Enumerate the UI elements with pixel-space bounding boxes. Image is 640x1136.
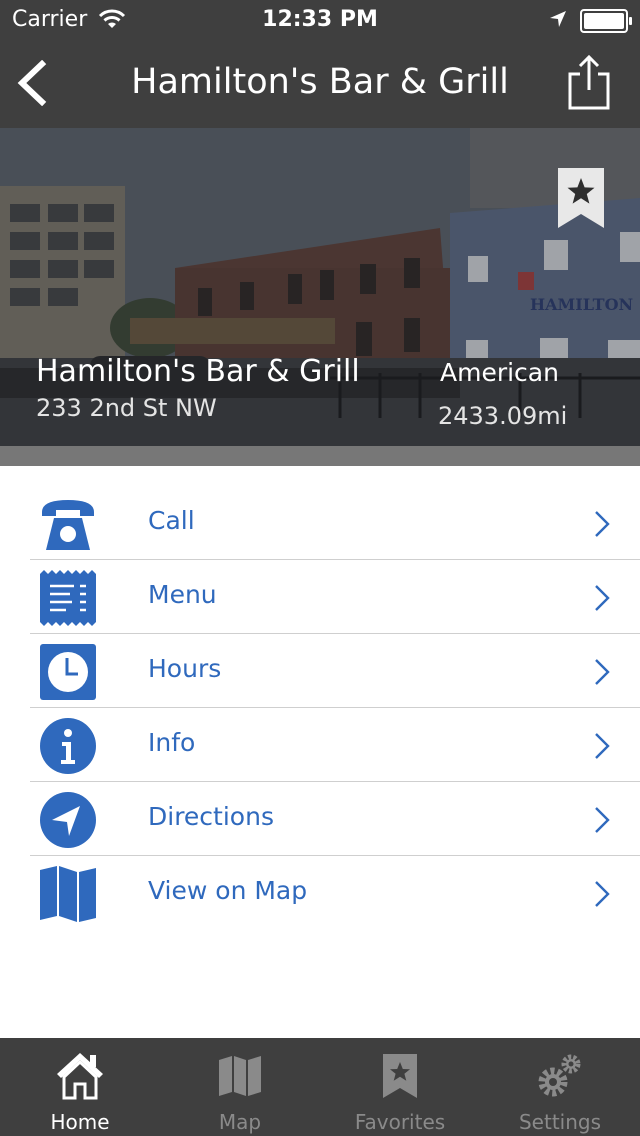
bookmark-button[interactable] <box>558 168 604 228</box>
menu-receipt-icon <box>40 570 96 626</box>
action-directions[interactable]: Directions <box>0 782 640 856</box>
navigation-bar: Hamilton's Bar & Grill <box>0 40 640 128</box>
restaurant-name: Hamilton's Bar & Grill <box>36 354 360 389</box>
top-bar: Carrier 12:33 PM Hamilton's Bar & Grill <box>0 0 640 128</box>
chevron-right-icon <box>595 733 610 759</box>
hero-bottom-strip <box>0 446 640 466</box>
restaurant-summary: Hamilton's Bar & Grill 233 2nd St NW Ame… <box>0 346 640 466</box>
action-label: Call <box>148 506 195 535</box>
action-label: Hours <box>148 654 222 683</box>
tab-settings[interactable]: Settings <box>480 1038 640 1136</box>
page-title: Hamilton's Bar & Grill <box>131 62 509 102</box>
tab-favorites[interactable]: Favorites <box>320 1038 480 1136</box>
back-button[interactable] <box>12 60 52 106</box>
clock-time: 12:33 PM <box>262 7 378 32</box>
restaurant-address: 233 2nd St NW <box>36 394 217 422</box>
clock-icon <box>40 644 96 700</box>
status-bar: Carrier 12:33 PM <box>0 0 640 40</box>
action-label: Menu <box>148 580 217 609</box>
action-view-on-map[interactable]: View on Map <box>0 856 640 930</box>
tab-label: Favorites <box>354 1110 446 1134</box>
action-info[interactable]: Info <box>0 708 640 782</box>
action-list: Call Menu Hours Info Directions View on … <box>0 486 640 930</box>
tab-label: Map <box>218 1110 262 1134</box>
gear-icon <box>538 1054 581 1097</box>
action-label: Info <box>148 728 196 757</box>
navigation-arrow-icon <box>40 792 96 848</box>
tab-home[interactable]: Home <box>0 1038 160 1136</box>
action-menu[interactable]: Menu <box>0 560 640 634</box>
tab-bar: Home Map Favorites Settings <box>0 1038 640 1136</box>
chevron-right-icon <box>595 807 610 833</box>
tab-label: Home <box>50 1110 110 1134</box>
tab-map[interactable]: Map <box>160 1038 320 1136</box>
chevron-right-icon <box>595 585 610 611</box>
battery-icon <box>580 9 632 33</box>
map-icon <box>219 1056 261 1096</box>
chevron-right-icon <box>595 511 610 537</box>
info-icon <box>40 718 96 774</box>
action-label: Directions <box>148 802 274 831</box>
action-hours[interactable]: Hours <box>0 634 640 708</box>
chevron-right-icon <box>595 659 610 685</box>
bookmark-star-icon <box>383 1054 417 1098</box>
distance-label: 2433.09mi <box>438 402 568 430</box>
home-icon <box>57 1053 103 1100</box>
location-services-icon <box>550 11 566 27</box>
phone-icon <box>42 500 94 550</box>
cuisine-label: American <box>440 358 559 387</box>
chevron-right-icon <box>595 881 610 907</box>
action-label: View on Map <box>148 876 308 905</box>
action-call[interactable]: Call <box>0 486 640 560</box>
share-button[interactable] <box>566 54 612 110</box>
tab-label: Settings <box>518 1110 602 1134</box>
map-icon <box>40 866 96 922</box>
restaurant-photo: HAMILTON Hamilton's Bar & Grill 233 2nd … <box>0 128 640 466</box>
